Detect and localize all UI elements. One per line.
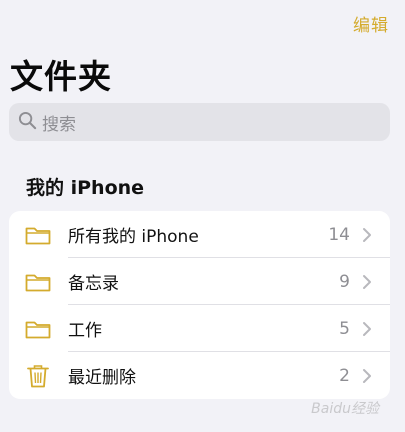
edit-button[interactable]: 编辑 — [353, 11, 389, 36]
chevron-right-icon — [362, 368, 372, 384]
folder-row-recently-deleted[interactable]: 最近删除 2 — [9, 352, 390, 399]
folder-icon — [24, 315, 52, 343]
folder-list: 所有我的 iPhone 14 备忘录 9 工作 5 最近删除 2 — [9, 211, 390, 399]
page-title: 文件夹 — [10, 57, 112, 96]
folder-row-all-iphone[interactable]: 所有我的 iPhone 14 — [9, 211, 390, 258]
folder-label: 备忘录 — [68, 274, 119, 294]
watermark: Baidu经验 — [311, 401, 379, 417]
folder-icon — [24, 268, 52, 296]
folder-row-work[interactable]: 工作 5 — [9, 305, 390, 352]
folder-label: 最近删除 — [68, 368, 136, 388]
search-bar[interactable]: 搜索 — [9, 103, 390, 141]
section-header-my-iphone: 我的 iPhone — [26, 177, 145, 199]
folder-count: 9 — [339, 271, 350, 292]
folder-count: 14 — [328, 224, 350, 245]
search-placeholder: 搜索 — [42, 114, 76, 135]
folder-count: 2 — [339, 365, 350, 386]
search-icon — [18, 111, 37, 134]
chevron-right-icon — [362, 274, 372, 290]
folder-row-notes[interactable]: 备忘录 9 — [9, 258, 390, 305]
folder-label: 工作 — [68, 321, 102, 341]
folder-count: 5 — [339, 318, 350, 339]
folder-label: 所有我的 iPhone — [68, 227, 199, 247]
chevron-right-icon — [362, 321, 372, 337]
folder-icon — [24, 221, 52, 249]
chevron-right-icon — [362, 227, 372, 243]
trash-icon — [24, 362, 52, 390]
